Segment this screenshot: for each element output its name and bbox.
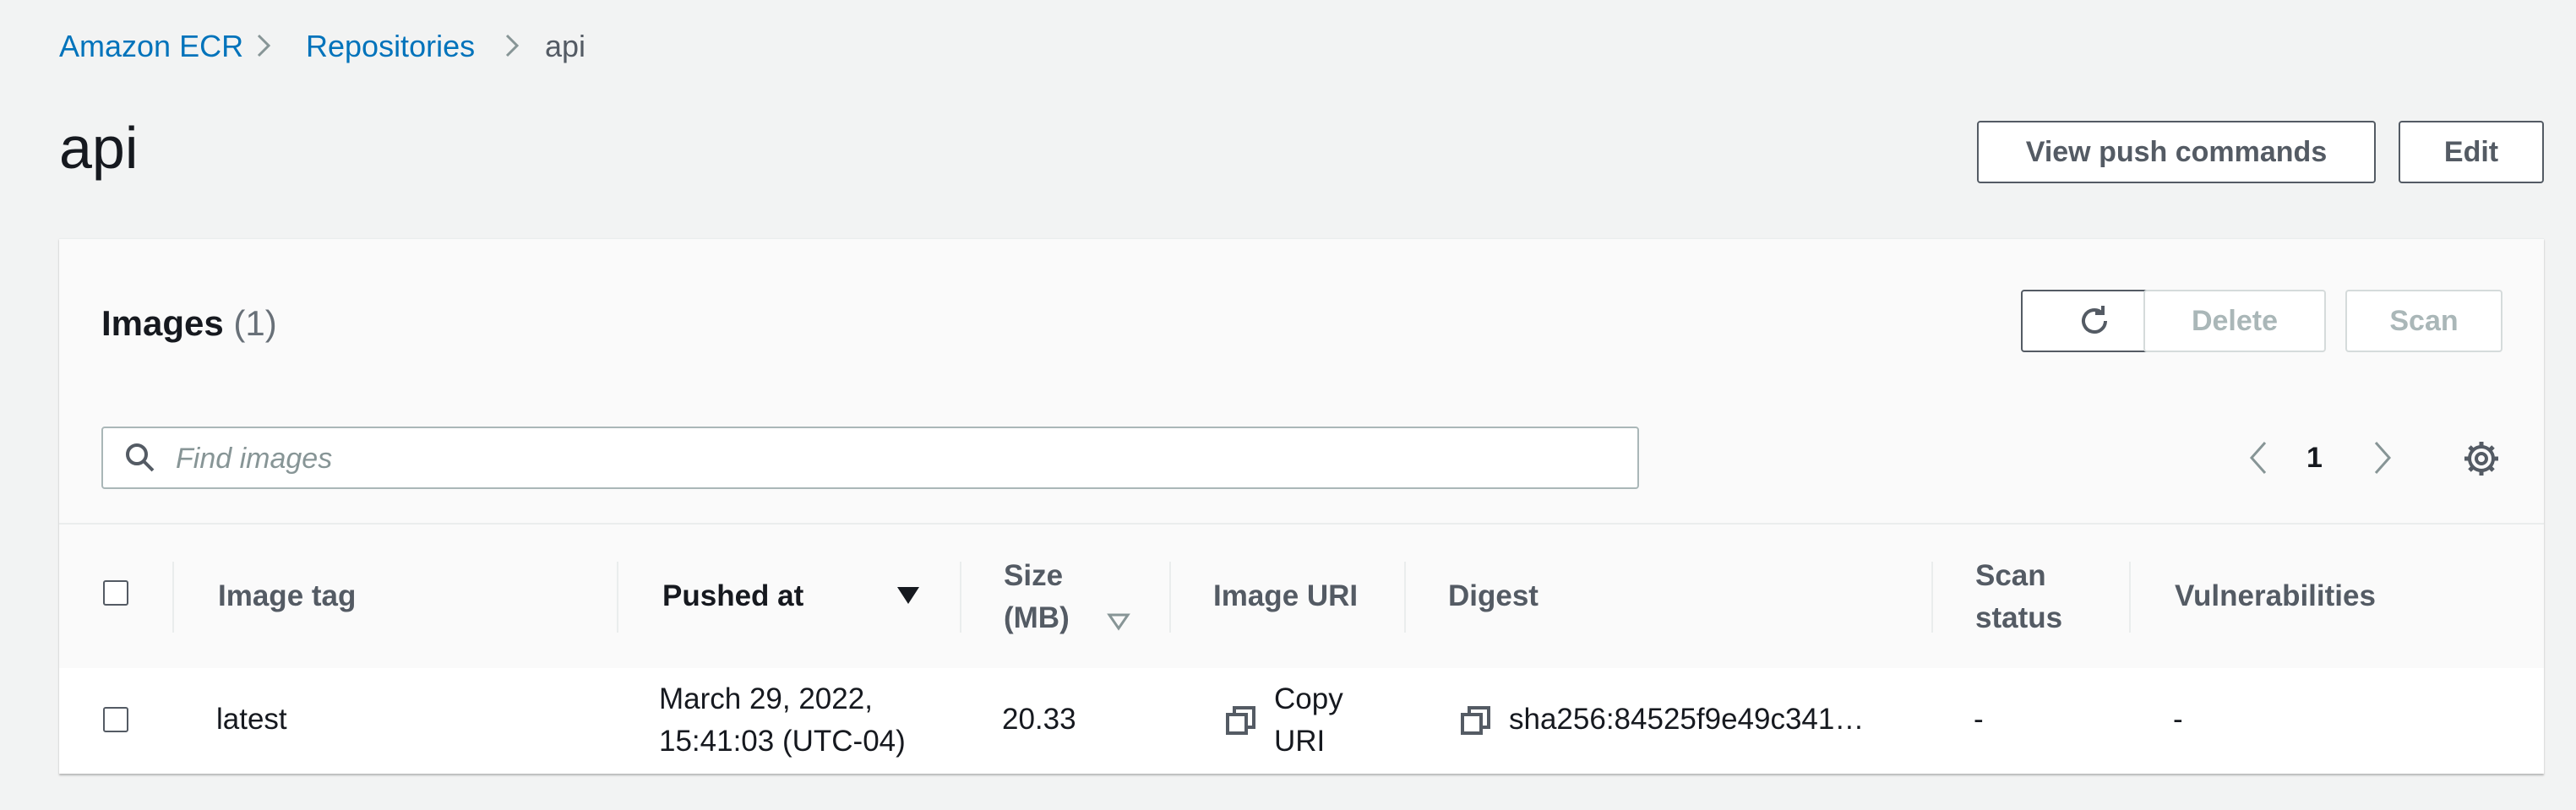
copy-uri-label-line2[interactable]: URI xyxy=(1274,720,1325,763)
column-divider xyxy=(1931,562,1933,633)
pushed-at-date: March 29, 2022, xyxy=(659,682,873,715)
images-panel: Images (1) Delete Scan 1 xyxy=(59,238,2544,774)
edit-button[interactable]: Edit xyxy=(2399,121,2544,183)
digest-value: sha256:84525f9e49c341… xyxy=(1509,703,1865,736)
delete-button[interactable]: Delete xyxy=(2143,290,2326,352)
breadcrumb-repositories[interactable]: Repositories xyxy=(306,25,475,68)
image-size: 20.33 xyxy=(1002,703,1076,736)
view-push-commands-button[interactable]: View push commands xyxy=(1977,121,2376,183)
search-input[interactable] xyxy=(174,433,1614,484)
copy-digest-icon[interactable] xyxy=(1460,705,1492,742)
previous-page-icon[interactable] xyxy=(2243,438,2277,478)
page-title: api xyxy=(59,115,139,181)
table-row: latest March 29, 2022, 15:41:03 (UTC-04)… xyxy=(59,668,2544,774)
pushed-at-time: 15:41:03 (UTC-04) xyxy=(659,725,906,758)
row-checkbox[interactable] xyxy=(103,707,128,732)
column-divider xyxy=(960,562,961,633)
breadcrumb-amazon-ecr[interactable]: Amazon ECR xyxy=(59,25,243,68)
vulnerabilities-value: - xyxy=(2173,703,2183,736)
column-header-scan-status-line1: Scan xyxy=(1975,559,2046,592)
column-divider xyxy=(1169,562,1171,633)
sort-icon[interactable] xyxy=(1107,612,1130,635)
column-header-vulnerabilities: Vulnerabilities xyxy=(2175,579,2376,612)
next-page-icon[interactable] xyxy=(2364,438,2398,478)
sort-descending-icon[interactable] xyxy=(896,585,921,610)
select-all-checkbox[interactable] xyxy=(103,580,128,606)
column-divider xyxy=(617,562,618,633)
search-icon xyxy=(126,443,155,472)
chevron-right-icon xyxy=(247,29,280,63)
column-header-size-line2[interactable]: (MB) xyxy=(1004,597,1070,639)
column-header-digest: Digest xyxy=(1448,579,1539,612)
copy-uri-label-line1[interactable]: Copy xyxy=(1274,678,1343,720)
column-divider xyxy=(2129,562,2131,633)
image-tag-link[interactable]: latest xyxy=(216,699,287,741)
column-divider xyxy=(172,562,174,633)
table-header: Image tag Pushed at Size (MB) Image URI … xyxy=(59,523,2544,671)
search-box xyxy=(101,427,1639,489)
images-count: (1) xyxy=(233,303,277,343)
breadcrumb-current: api xyxy=(545,29,586,63)
page-number[interactable]: 1 xyxy=(2306,437,2323,479)
column-header-scan-status-line2: status xyxy=(1975,601,2063,634)
column-header-image-tag[interactable]: Image tag xyxy=(218,575,356,617)
column-header-image-uri: Image URI xyxy=(1213,579,1359,612)
chevron-right-icon xyxy=(495,29,529,63)
images-title: Images xyxy=(101,303,224,343)
scan-button[interactable]: Scan xyxy=(2345,290,2502,352)
settings-gear-icon[interactable] xyxy=(2461,438,2502,479)
column-divider xyxy=(1404,562,1406,633)
scan-status-value: - xyxy=(1974,703,1984,736)
copy-uri-icon[interactable] xyxy=(1225,705,1257,742)
column-header-pushed-at[interactable]: Pushed at xyxy=(662,575,803,617)
refresh-icon xyxy=(2082,306,2107,334)
images-panel-title: Images (1) xyxy=(101,298,277,349)
column-header-size-line1[interactable]: Size xyxy=(1004,555,1063,597)
